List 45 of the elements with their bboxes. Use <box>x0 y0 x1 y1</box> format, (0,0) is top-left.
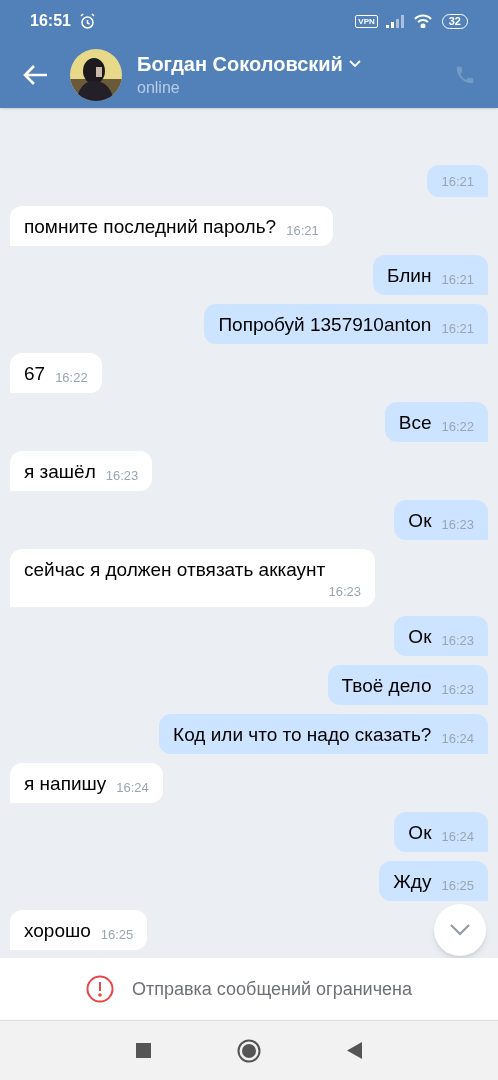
chevron-down-icon[interactable] <box>348 60 361 68</box>
wifi-icon <box>413 14 432 28</box>
message-text: Ок <box>408 509 432 533</box>
message-time: 16:24 <box>441 730 474 748</box>
message-text: хорошо <box>24 919 91 943</box>
alarm-icon <box>78 12 96 30</box>
message-text: Попробуй 1357910anton <box>218 313 432 337</box>
back-arrow-icon[interactable] <box>22 64 48 86</box>
message-time: 16:23 <box>441 516 474 534</box>
message-text: Все <box>398 411 432 435</box>
message-time: 16:23 <box>328 583 361 601</box>
message-text: Ок <box>408 625 432 649</box>
home-icon[interactable] <box>237 1038 261 1063</box>
message-time: 16:24 <box>116 779 149 797</box>
message-time: 16:21 <box>441 271 474 289</box>
chevron-down-icon <box>450 924 470 936</box>
message-time: 16:25 <box>441 877 474 895</box>
message-time: 16:21 <box>286 222 319 240</box>
message-time: 16:21 <box>441 320 474 338</box>
contact-name[interactable]: Богдан Соколовский <box>137 51 343 77</box>
message-text: Код или что то надо сказать? <box>173 723 432 747</box>
message-time: 16:25 <box>100 926 134 944</box>
message-text: я зашёл <box>24 460 96 484</box>
message-text: Жду <box>393 870 432 894</box>
message-text: помните последний пароль? <box>24 215 277 239</box>
message-time: 16:21 <box>441 173 474 191</box>
message-text: 67 <box>24 362 46 386</box>
vpn-badge: VPN <box>355 14 378 28</box>
message-time: 16:23 <box>441 632 474 650</box>
message-time: 16:23 <box>105 467 139 485</box>
message-time: 16:23 <box>441 681 474 699</box>
message-text: я напишу <box>24 772 107 796</box>
message-text: Ок <box>408 821 432 845</box>
notice-text: Отправка сообщений ограничена <box>132 977 412 1001</box>
back-icon[interactable] <box>347 1042 362 1059</box>
message-text: Блин <box>387 264 432 288</box>
signal-icon <box>385 14 404 28</box>
message-text: сейчас я должен отвязать аккаунт <box>24 558 326 582</box>
message-time: 16:22 <box>441 418 474 436</box>
message-text: Твоё дело <box>341 674 432 698</box>
message-time: 16:22 <box>55 369 88 387</box>
clock: 16:51 <box>30 11 71 31</box>
warning-icon <box>86 975 114 1003</box>
online-status: online <box>137 78 181 98</box>
message-time: 16:24 <box>441 828 474 846</box>
